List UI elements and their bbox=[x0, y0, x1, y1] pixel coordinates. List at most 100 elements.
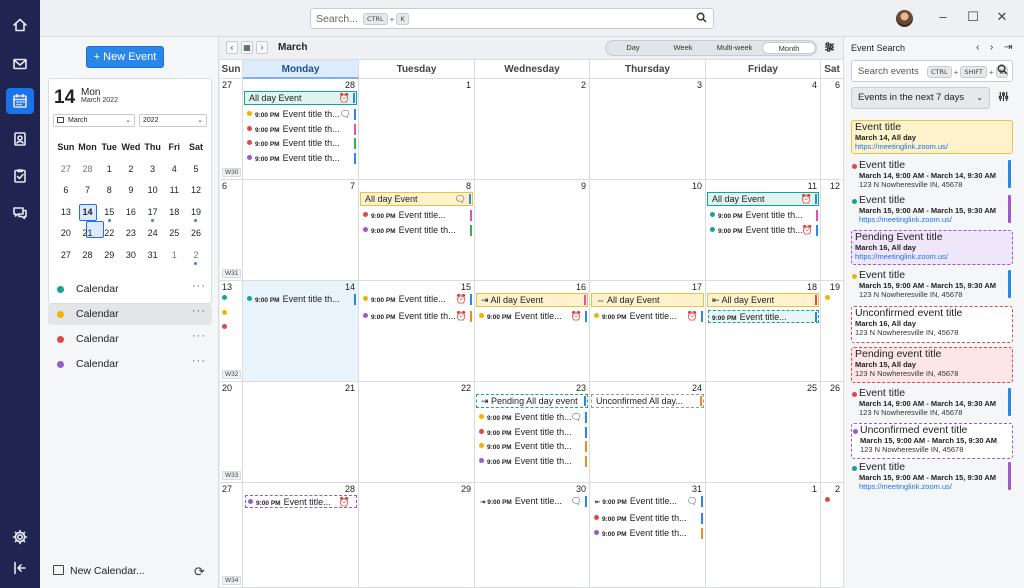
contacts-icon[interactable] bbox=[6, 126, 34, 152]
timed-event[interactable]: 9:00 PM Event title th... bbox=[361, 224, 473, 237]
view-tab-month[interactable]: Month bbox=[762, 42, 816, 54]
mini-day[interactable]: 15 bbox=[98, 202, 120, 224]
day-cell[interactable]: 27 W34 bbox=[220, 483, 243, 588]
panel-collapse-icon[interactable]: ⇥ bbox=[1004, 42, 1012, 53]
mini-day[interactable]: 24 bbox=[142, 223, 164, 245]
more-options-icon[interactable]: ··· bbox=[192, 351, 206, 372]
search-result-card[interactable]: Pending event title March 15, All day 123 … bbox=[851, 347, 1013, 383]
event-search-input[interactable]: Search events CTRL + SHIFT + K bbox=[851, 60, 1013, 82]
mini-day[interactable]: 28 bbox=[77, 159, 99, 181]
today-calendar-icon[interactable]: ▦ bbox=[241, 41, 253, 54]
timed-event[interactable]: 9:00 PM Event title th... bbox=[592, 512, 704, 525]
mini-day[interactable]: 4 bbox=[163, 159, 185, 181]
day-cell[interactable]: 3 bbox=[590, 79, 706, 180]
mini-day[interactable]: 26 bbox=[185, 223, 207, 245]
search-result-card[interactable]: Unconfirmed event title March 15, 9:00 AM… bbox=[851, 423, 1013, 459]
year-select[interactable]: 2022 ⌄ bbox=[139, 114, 207, 127]
mini-day[interactable]: 27 bbox=[55, 245, 77, 267]
search-result-card[interactable]: Event title March 15, 9:00 AM - March 15,… bbox=[851, 269, 1013, 302]
mini-day[interactable]: 1 bbox=[98, 159, 120, 181]
calendar-list-item[interactable]: Calendar ··· bbox=[48, 354, 212, 375]
day-cell[interactable]: 7 bbox=[243, 180, 359, 281]
day-cell[interactable]: 10 bbox=[590, 180, 706, 281]
timed-event[interactable]: ⇥ 9:00 PM Event title... 🗨 bbox=[477, 495, 588, 508]
timed-event[interactable]: ⇤ 9:00 PM Event title... 🗨 bbox=[592, 495, 704, 508]
avatar[interactable] bbox=[896, 10, 913, 27]
mini-day[interactable]: 18 bbox=[163, 202, 185, 224]
all-day-event[interactable]: All day Event ⏰ bbox=[244, 91, 357, 105]
all-day-event[interactable]: ⇥ All day Event bbox=[476, 293, 588, 307]
timed-event[interactable]: 9:00 PM Event title th... bbox=[477, 426, 588, 439]
day-cell[interactable]: 29 bbox=[359, 483, 475, 588]
timed-event[interactable]: 9:00 PM Event title... ⏰ bbox=[477, 310, 588, 323]
mail-icon[interactable] bbox=[6, 51, 34, 77]
mini-day[interactable]: 13 bbox=[55, 202, 77, 224]
search-result-card[interactable]: Pending Event title March 16, All day http… bbox=[851, 230, 1013, 265]
mini-day[interactable]: 22 bbox=[98, 223, 120, 245]
mini-day[interactable]: 19 bbox=[185, 202, 207, 224]
result-meeting-link[interactable]: https://meetinglink.zoom.us/ bbox=[855, 252, 1008, 261]
mini-day[interactable]: 2 bbox=[120, 159, 142, 181]
timed-event[interactable]: 9:00 PM Event title th... bbox=[245, 293, 357, 306]
close-icon[interactable]: ✕ bbox=[995, 10, 1009, 24]
mini-day[interactable]: 1 bbox=[163, 245, 185, 267]
date-range-select[interactable]: Events in the next 7 days ⌄ bbox=[851, 87, 990, 109]
mini-day[interactable]: 27 bbox=[55, 159, 77, 181]
chevron-left-icon[interactable]: ‹ bbox=[976, 42, 979, 53]
mini-day[interactable]: 11 bbox=[163, 180, 185, 202]
day-cell[interactable]: 21 bbox=[243, 382, 359, 483]
day-cell[interactable]: 26 bbox=[821, 382, 843, 483]
chevron-left-icon[interactable]: ‹ bbox=[226, 41, 238, 54]
timed-event[interactable]: 9:00 PM Event title th... bbox=[245, 152, 357, 165]
timed-event[interactable]: 9:00 PM Event title... ⏰ bbox=[592, 310, 704, 323]
mini-day[interactable]: 9 bbox=[120, 180, 142, 202]
mini-day[interactable]: 29 bbox=[98, 245, 120, 267]
mini-day[interactable]: 16 bbox=[120, 202, 142, 224]
day-cell[interactable]: 2 bbox=[475, 79, 590, 180]
timed-event[interactable]: 9:00 PM Event title... ⏰ bbox=[361, 293, 473, 306]
timed-event[interactable]: 9:00 PM Event title th... ⏰ bbox=[708, 224, 819, 237]
search-result-card[interactable]: Event title March 14, All day https://meet… bbox=[851, 120, 1013, 154]
mini-day[interactable]: 6 bbox=[55, 180, 77, 202]
all-day-event[interactable]: Unconfirmed All day... bbox=[591, 394, 704, 408]
timed-event[interactable]: 9:00 PM Event title th... bbox=[592, 527, 704, 540]
search-icon[interactable] bbox=[696, 12, 707, 26]
all-day-event[interactable]: All day Event 🗨 bbox=[360, 192, 473, 206]
mini-day[interactable]: 20 bbox=[55, 223, 77, 245]
chat-icon[interactable] bbox=[6, 200, 34, 226]
calendar-list-item[interactable]: Calendar ··· bbox=[48, 329, 212, 350]
timed-event[interactable]: 9:00 PM Event title th... bbox=[245, 123, 357, 136]
search-result-card[interactable]: Event title March 15, 9:00 AM - March 15,… bbox=[851, 194, 1013, 227]
calendar-icon[interactable] bbox=[6, 88, 34, 114]
day-cell[interactable]: 27 W30 bbox=[220, 79, 243, 180]
all-day-event[interactable]: ⇔ All day Event bbox=[591, 293, 704, 307]
search-icon[interactable] bbox=[997, 64, 1008, 78]
calendar-list-item[interactable]: Calendar ··· bbox=[48, 279, 212, 300]
timed-event[interactable]: 9:00 PM Event title th... 🗨 bbox=[477, 411, 588, 424]
mini-day[interactable]: 5 bbox=[185, 159, 207, 181]
timed-event[interactable]: 9:00 PM Event title th... bbox=[245, 137, 357, 150]
mini-day[interactable]: 8 bbox=[98, 180, 120, 202]
more-options-icon[interactable]: ··· bbox=[192, 276, 206, 297]
filter-icon[interactable] bbox=[824, 42, 835, 55]
timed-event[interactable]: 9:00 PM Event title th... bbox=[477, 455, 588, 468]
mini-day[interactable]: 30 bbox=[120, 245, 142, 267]
mini-day[interactable]: 7 bbox=[77, 180, 99, 202]
global-search-input[interactable]: Search... CTRL + K bbox=[310, 8, 714, 29]
mini-day[interactable]: 14 bbox=[77, 202, 105, 238]
mini-day[interactable]: 17 bbox=[142, 202, 164, 224]
new-event-button[interactable]: + New Event bbox=[86, 46, 164, 68]
search-result-card[interactable]: Event title March 14, 9:00 AM - March 14,… bbox=[851, 387, 1013, 420]
day-cell[interactable]: 6 bbox=[821, 79, 843, 180]
month-select[interactable]: March ⌄ bbox=[53, 114, 135, 127]
maximize-icon[interactable]: ☐ bbox=[966, 10, 980, 24]
minimize-icon[interactable]: – bbox=[936, 10, 950, 24]
filter-icon[interactable] bbox=[998, 91, 1009, 104]
all-day-event[interactable]: ⇤ All day Event bbox=[707, 293, 819, 307]
mini-day[interactable]: 2 bbox=[185, 245, 207, 267]
result-meeting-link[interactable]: https://meetinglink.zoom.us/ bbox=[855, 142, 1008, 151]
refresh-icon[interactable]: ⟳ bbox=[194, 564, 205, 580]
more-options-icon[interactable]: ··· bbox=[192, 326, 206, 347]
result-meeting-link[interactable]: https://meetinglink.zoom.us/ bbox=[859, 215, 1009, 224]
new-calendar-button[interactable]: New Calendar... bbox=[53, 565, 145, 577]
